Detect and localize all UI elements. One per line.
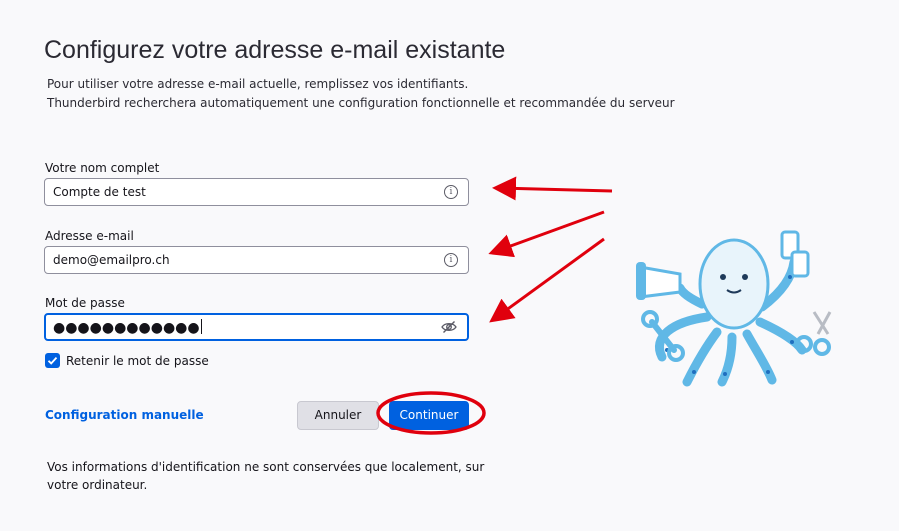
manual-configuration-link[interactable]: Configuration manuelle bbox=[45, 408, 204, 422]
password-value: ●●●●●●●●●●●● bbox=[53, 319, 202, 336]
email-value: demo@emailpro.ch bbox=[53, 253, 170, 267]
annotation-arrow bbox=[492, 176, 613, 201]
email-label: Adresse e-mail bbox=[45, 229, 134, 243]
annotation-arrow bbox=[489, 237, 605, 323]
name-label: Votre nom complet bbox=[45, 161, 160, 175]
remember-password-checkbox[interactable] bbox=[45, 353, 60, 368]
password-label: Mot de passe bbox=[45, 296, 125, 310]
eye-slash-icon[interactable] bbox=[441, 320, 457, 334]
continue-button[interactable]: Continuer bbox=[389, 401, 469, 430]
intro-text-line-1: Pour utiliser votre adresse e-mail actue… bbox=[47, 77, 469, 91]
remember-password-label[interactable]: Retenir le mot de passe bbox=[66, 354, 209, 368]
cancel-button[interactable]: Annuler bbox=[297, 401, 379, 430]
annotation-arrow bbox=[488, 210, 605, 258]
text-caret bbox=[200, 319, 202, 334]
email-field[interactable]: demo@emailpro.ch i bbox=[44, 246, 469, 274]
info-icon[interactable]: i bbox=[444, 253, 458, 267]
intro-text-line-2: Thunderbird recherchera automatiquement … bbox=[47, 96, 675, 110]
name-value: Compte de test bbox=[53, 185, 146, 199]
password-field[interactable]: ●●●●●●●●●●●● bbox=[44, 313, 469, 341]
footer-note: Vos informations d'identification ne son… bbox=[47, 460, 485, 492]
name-field[interactable]: Compte de test i bbox=[44, 178, 469, 206]
checkmark-icon bbox=[47, 356, 58, 365]
page-title: Configurez votre adresse e-mail existant… bbox=[44, 36, 506, 64]
info-icon[interactable]: i bbox=[444, 185, 458, 199]
password-dots: ●●●●●●●●●●●● bbox=[53, 320, 200, 336]
octopus-mascot-illustration bbox=[636, 230, 832, 387]
